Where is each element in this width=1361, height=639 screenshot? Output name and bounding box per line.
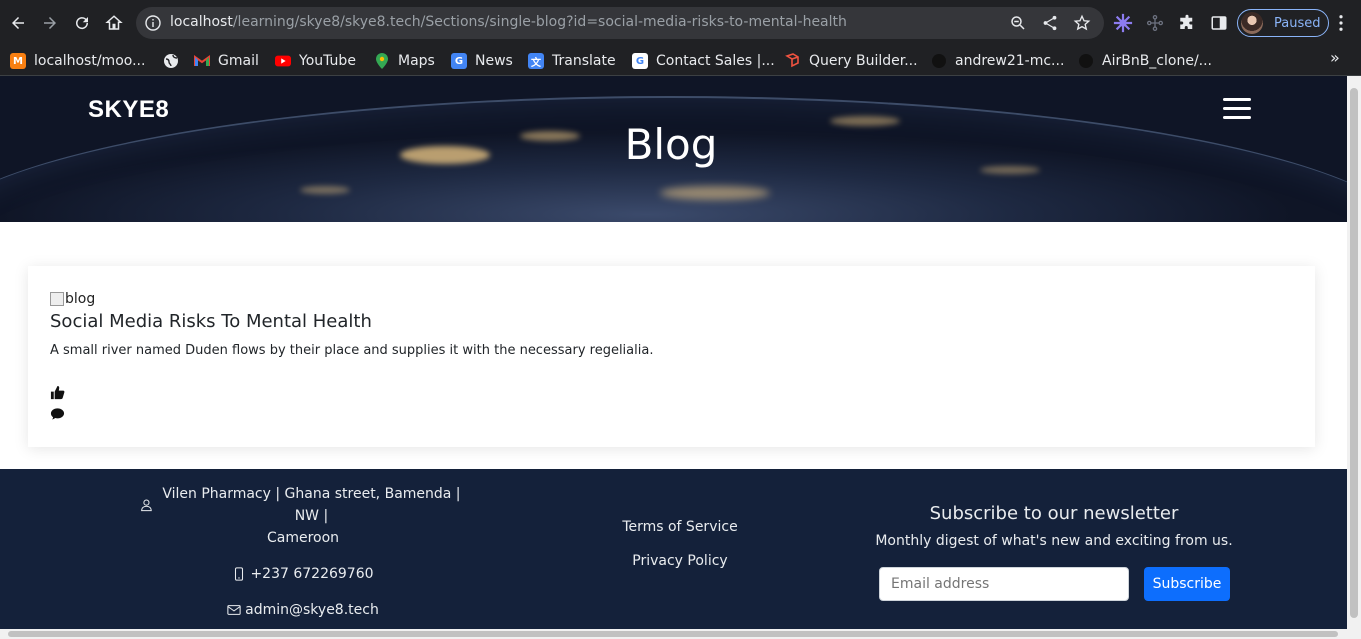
home-icon[interactable] — [101, 10, 127, 36]
bookmark-item[interactable] — [163, 46, 187, 76]
url-path: /learning/skye8/skye8.tech/Sections/sing… — [232, 14, 847, 30]
subscribe-button[interactable]: Subscribe — [1144, 567, 1230, 601]
blog-image: blog — [50, 291, 95, 307]
horizontal-scrollbar[interactable] — [0, 629, 1361, 639]
scrollbar-thumb[interactable] — [8, 631, 1338, 637]
phone-number: +237 672269760 — [250, 566, 374, 582]
google-icon: G — [632, 53, 648, 69]
contact-info: Vilen Pharmacy | Ghana street, Bamenda |… — [140, 483, 466, 621]
bookmarks-bar: Mlocalhost/moo... Gmail YouTube Maps G Ne… — [0, 46, 1361, 76]
broken-image-icon — [50, 292, 64, 306]
back-icon[interactable] — [5, 10, 31, 36]
laravel-icon — [785, 53, 801, 69]
news-icon: G — [451, 53, 467, 69]
post-description: A small river named Duden flows by their… — [50, 343, 654, 358]
address-bar[interactable]: localhost/learning/skye8/skye8.tech/Sect… — [136, 7, 1104, 39]
privacy-link[interactable]: Privacy Policy — [580, 553, 780, 569]
footer-links: Terms of Service Privacy Policy — [580, 519, 780, 587]
terms-link[interactable]: Terms of Service — [580, 519, 780, 535]
kebab-menu-icon[interactable] — [1331, 12, 1351, 34]
url-host: localhost — [170, 14, 233, 30]
browser-toolbar: localhost/learning/skye8/skye8.tech/Sect… — [0, 0, 1361, 46]
comment-icon[interactable] — [50, 407, 65, 421]
translate-icon: 文 — [528, 53, 544, 69]
address-line1: Vilen Pharmacy | Ghana street, Bamenda |… — [162, 486, 461, 524]
thumbs-up-icon[interactable] — [50, 385, 65, 400]
newsletter: Subscribe to our newsletter Monthly dige… — [870, 503, 1238, 601]
github-icon — [931, 53, 947, 69]
image-alt-text: blog — [65, 291, 96, 307]
hero-banner: SKYE8 Blog — [0, 76, 1347, 222]
phone-icon — [235, 567, 244, 581]
blog-card: blog Social Media Risks To Mental Health… — [28, 266, 1315, 447]
email-address[interactable]: admin@skye8.tech — [245, 599, 379, 621]
post-title[interactable]: Social Media Risks To Mental Health — [50, 311, 372, 332]
maps-icon — [374, 53, 390, 69]
bookmark-item[interactable]: G News — [451, 46, 513, 76]
hamburger-menu-icon[interactable] — [1223, 98, 1251, 122]
newsletter-title: Subscribe to our newsletter — [929, 503, 1179, 524]
vertical-scrollbar[interactable] — [1347, 76, 1361, 629]
bookmark-item[interactable]: andrew21-mc... — [931, 46, 1064, 76]
newsletter-subtitle: Monthly digest of what's new and excitin… — [875, 533, 1233, 549]
bookmark-item[interactable]: Query Builder... — [785, 46, 918, 76]
profile-button[interactable]: Paused — [1237, 9, 1329, 37]
footer: Vilen Pharmacy | Ghana street, Bamenda |… — [0, 469, 1347, 629]
moodle-icon: M — [10, 53, 26, 69]
forward-icon[interactable] — [37, 10, 63, 36]
extension-flower-icon[interactable] — [1112, 12, 1134, 34]
extension-network-icon[interactable] — [1144, 12, 1166, 34]
url-text[interactable]: localhost/learning/skye8/skye8.tech/Sect… — [170, 14, 847, 30]
avatar — [1241, 12, 1263, 34]
share-icon[interactable] — [1041, 14, 1059, 32]
gmail-icon — [194, 53, 210, 69]
bookmark-item[interactable]: YouTube — [275, 46, 356, 76]
bookmark-item[interactable]: G Contact Sales |... — [632, 46, 775, 76]
page-title: Blog — [624, 120, 718, 169]
bookmark-item[interactable]: 文 Translate — [528, 46, 616, 76]
more-bookmarks-icon[interactable]: » — [1330, 48, 1340, 67]
globe-icon — [163, 53, 179, 69]
envelope-icon — [227, 605, 241, 615]
newsletter-email-input[interactable] — [879, 567, 1129, 601]
extensions-puzzle-icon[interactable] — [1176, 12, 1198, 34]
bookmark-item[interactable]: Gmail — [194, 46, 259, 76]
youtube-icon — [275, 53, 291, 69]
github-icon — [1078, 53, 1094, 69]
address-line2: Cameroon — [266, 530, 340, 546]
bookmark-item[interactable]: AirBnB_clone/... — [1078, 46, 1212, 76]
person-icon — [141, 499, 152, 512]
bookmark-item[interactable]: Mlocalhost/moo... — [10, 46, 145, 76]
reload-icon[interactable] — [69, 10, 95, 36]
bookmark-star-icon[interactable] — [1073, 14, 1091, 32]
profile-status: Paused — [1274, 15, 1321, 31]
scrollbar-thumb[interactable] — [1350, 88, 1358, 618]
side-panel-icon[interactable] — [1208, 12, 1230, 34]
bookmark-item[interactable]: Maps — [374, 46, 435, 76]
page-viewport: SKYE8 Blog blog Social Media Risks To Me… — [0, 76, 1347, 629]
site-info-icon[interactable] — [145, 15, 161, 31]
zoom-icon[interactable] — [1009, 14, 1027, 32]
